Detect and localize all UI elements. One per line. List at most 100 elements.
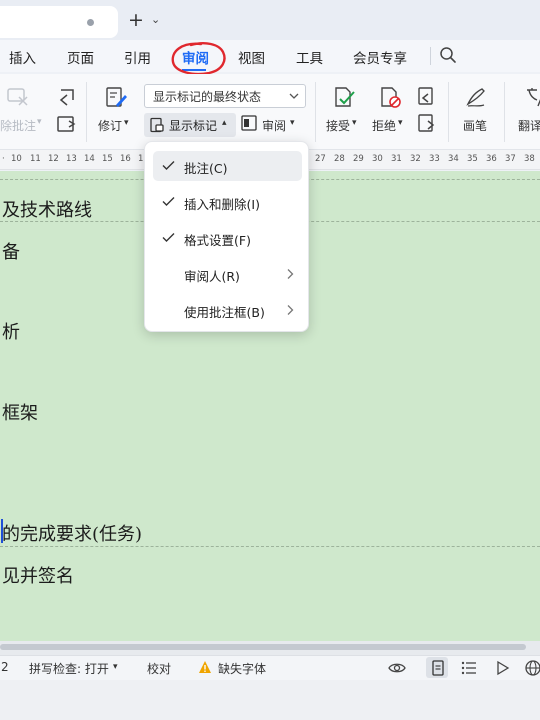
- ruler-number: 28: [334, 154, 345, 164]
- proofread-button[interactable]: 校对: [147, 660, 171, 677]
- ruler-number: 11: [30, 154, 41, 164]
- chevron-down-icon: [289, 93, 299, 99]
- checkmark-icon: [162, 233, 175, 242]
- menu-view[interactable]: 视图: [238, 47, 265, 67]
- ruler-number: 29: [353, 154, 364, 164]
- menu-insert[interactable]: 插入: [9, 47, 36, 67]
- dropdown-item-formatting[interactable]: 格式设置(F): [153, 223, 302, 253]
- revise-button[interactable]: 修订: [98, 117, 122, 134]
- next-revision-icon[interactable]: [416, 113, 440, 135]
- missing-font-button[interactable]: 缺失字体: [218, 660, 266, 677]
- ruler-number: 30: [372, 154, 383, 164]
- scrollbar-thumb[interactable]: [0, 644, 526, 650]
- doc-heading[interactable]: 析: [2, 318, 20, 344]
- delete-comment-button[interactable]: 除批注: [0, 117, 36, 134]
- menu-page[interactable]: 页面: [67, 47, 94, 67]
- accept-button[interactable]: 接受: [326, 117, 350, 134]
- markup-status-select[interactable]: 显示标记的最终状态: [144, 84, 306, 108]
- menu-tools[interactable]: 工具: [296, 47, 323, 67]
- show-markup-label: 显示标记: [169, 119, 218, 133]
- ruler-number: 14: [84, 154, 95, 164]
- outline-view-icon[interactable]: [459, 658, 479, 678]
- checkmark-icon: [162, 197, 175, 206]
- document-tab[interactable]: [0, 6, 118, 38]
- doc-heading[interactable]: 见并签名: [2, 562, 74, 588]
- doc-heading[interactable]: 及技术路线: [2, 196, 92, 222]
- chevron-up-icon: ▴: [222, 118, 227, 128]
- menu-reference[interactable]: 引用: [124, 47, 151, 67]
- dropdown-item-label: 批注(C): [184, 161, 228, 176]
- unsaved-dot-icon: [87, 19, 94, 26]
- new-tab-button[interactable]: +: [128, 9, 144, 31]
- red-circle-annotation: [171, 42, 226, 76]
- dropdown-item-reviewers[interactable]: 审阅人(R): [153, 259, 302, 289]
- spellcheck-toggle[interactable]: 拼写检查: 打开: [29, 660, 109, 677]
- dropdown-item-insertions-deletions[interactable]: 插入和删除(I): [153, 187, 302, 217]
- page-indicator[interactable]: 2: [1, 660, 9, 674]
- doc-heading[interactable]: 备: [2, 238, 20, 264]
- revise-icon: [106, 87, 127, 107]
- ruler-number: 31: [391, 154, 402, 164]
- reject-icon: [381, 87, 401, 108]
- reject-button[interactable]: 拒绝: [372, 117, 396, 134]
- dropdown-item-label: 使用批注框(B): [184, 305, 265, 320]
- translate-icon: [527, 88, 540, 107]
- search-icon[interactable]: [439, 46, 457, 64]
- ribbon-divider: [448, 82, 449, 142]
- section-divider: [0, 546, 540, 547]
- page-view-icon[interactable]: [428, 658, 448, 678]
- ruler-number: 34: [448, 154, 459, 164]
- ruler-mark: ·: [2, 154, 5, 164]
- ruler-number: 37: [505, 154, 516, 164]
- pen-button[interactable]: 画笔: [463, 117, 487, 134]
- delete-comment-arrow-icon[interactable]: ▾: [37, 117, 42, 127]
- previous-comment-icon[interactable]: [55, 86, 79, 108]
- taskbar: [0, 680, 540, 720]
- next-comment-icon[interactable]: [55, 113, 79, 135]
- reviewing-pane-icon: [241, 115, 257, 131]
- play-icon[interactable]: [492, 658, 512, 678]
- globe-icon[interactable]: [523, 658, 540, 678]
- reviewing-pane-arrow-icon[interactable]: ▾: [290, 118, 295, 128]
- chevron-right-icon: [287, 305, 294, 315]
- show-markup-button[interactable]: 显示标记 ▴: [144, 113, 236, 137]
- translate-button[interactable]: 翻译: [518, 117, 540, 134]
- spellcheck-arrow-icon[interactable]: ▾: [113, 662, 118, 672]
- ribbon-divider: [504, 82, 505, 142]
- doc-heading[interactable]: 框架: [2, 399, 38, 425]
- ruler-number: 38: [524, 154, 535, 164]
- delete-comment-icon: [7, 88, 28, 106]
- accept-icon: [335, 87, 355, 107]
- menu-membership[interactable]: 会员专享: [353, 47, 407, 67]
- checkmark-icon: [162, 161, 175, 170]
- show-markup-dropdown: 批注(C) 插入和删除(I) 格式设置(F) 审阅人(R) 使用批注框(B): [144, 141, 309, 332]
- ruler-number: 16: [120, 154, 131, 164]
- ruler-number: 36: [486, 154, 497, 164]
- warning-icon: [199, 661, 211, 673]
- reject-arrow-icon[interactable]: ▾: [398, 118, 403, 128]
- dropdown-item-label: 审阅人(R): [184, 269, 240, 284]
- eye-icon[interactable]: [387, 658, 407, 678]
- show-markup-icon: [150, 117, 164, 133]
- previous-revision-icon[interactable]: [416, 86, 440, 108]
- ruler-number: 32: [410, 154, 421, 164]
- ruler-number: 33: [429, 154, 440, 164]
- accept-arrow-icon[interactable]: ▾: [352, 118, 357, 128]
- dropdown-item-balloons[interactable]: 使用批注框(B): [153, 295, 302, 325]
- ruler-number: 10: [11, 154, 22, 164]
- dropdown-item-comments[interactable]: 批注(C): [153, 151, 302, 181]
- ruler-number: 15: [102, 154, 113, 164]
- ruler-number: 35: [467, 154, 478, 164]
- new-tab-dropdown-icon[interactable]: ⌄: [151, 13, 160, 26]
- pen-icon: [466, 88, 485, 107]
- reviewing-pane-button[interactable]: 审阅: [262, 117, 286, 134]
- chevron-right-icon: [287, 269, 294, 279]
- revise-arrow-icon[interactable]: ▾: [124, 118, 129, 128]
- ribbon-divider: [86, 82, 87, 142]
- ruler-number: 13: [66, 154, 77, 164]
- ribbon-divider: [315, 82, 316, 142]
- ruler-number: 12: [48, 154, 59, 164]
- doc-heading[interactable]: 的完成要求(任务): [2, 520, 142, 546]
- markup-status-value: 显示标记的最终状态: [153, 90, 262, 104]
- dropdown-item-label: 插入和删除(I): [184, 197, 260, 212]
